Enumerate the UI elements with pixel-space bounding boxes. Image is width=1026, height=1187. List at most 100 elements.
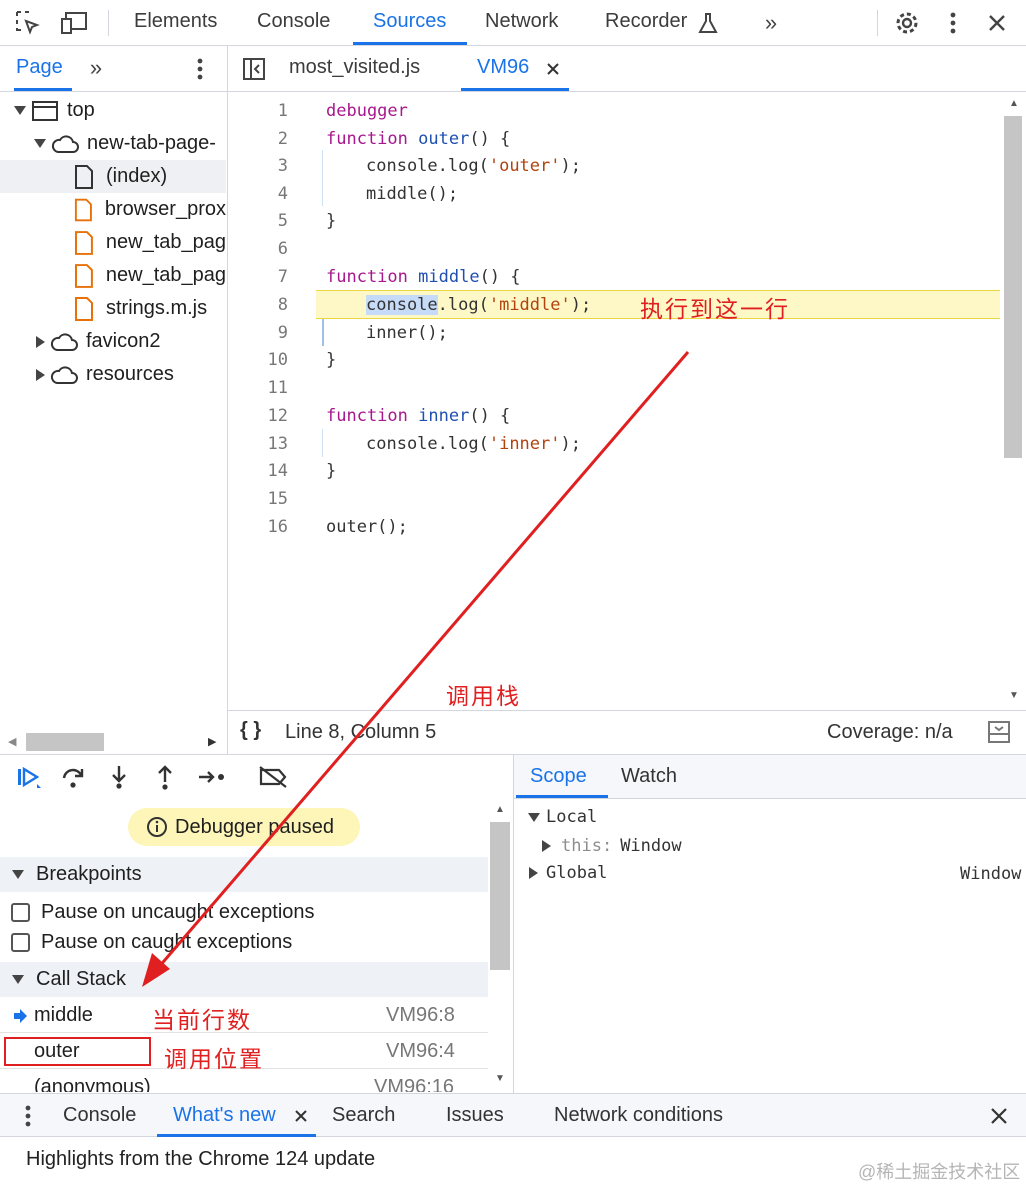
call-frame-location[interactable]: VM96:4 [386, 1040, 455, 1063]
tree-item-resources[interactable]: resources [0, 358, 226, 391]
sidebar-vertical-scrollbar[interactable] [490, 822, 510, 970]
step-over-icon[interactable] [58, 762, 88, 792]
collapse-arrow-icon[interactable] [36, 368, 45, 381]
resume-icon[interactable] [14, 762, 44, 792]
tree-item-file[interactable]: browser_prox [0, 193, 226, 226]
call-frame-location[interactable]: VM96:8 [386, 1004, 455, 1027]
drawer-tab-issues[interactable]: Issues [446, 1104, 504, 1127]
drawer-menu-kebab-icon[interactable] [18, 1103, 38, 1129]
expand-arrow-icon[interactable] [14, 106, 26, 115]
close-whats-new-icon[interactable] [292, 1106, 310, 1126]
step-icon[interactable] [196, 762, 230, 792]
tree-item-file[interactable]: strings.m.js [0, 292, 226, 325]
collapse-arrow-icon[interactable] [12, 870, 24, 879]
scope-global-row[interactable]: Global [529, 863, 607, 883]
more-options-kebab-icon[interactable] [940, 9, 966, 37]
tree-item-index[interactable]: (index) [0, 160, 226, 193]
editor-tab-vm96[interactable]: VM96 [477, 56, 529, 79]
scope-global-label: Global [546, 863, 608, 883]
close-tab-icon[interactable] [543, 57, 563, 81]
settings-gear-icon[interactable] [893, 9, 921, 37]
code-line: 6 [277, 238, 288, 259]
tab-scope[interactable]: Scope [530, 765, 587, 788]
deactivate-breakpoints-icon[interactable] [256, 762, 290, 792]
toggle-navigator-icon[interactable] [241, 55, 267, 83]
tab-elements[interactable]: Elements [134, 10, 217, 33]
tree-item-file[interactable]: new_tab_pag [0, 259, 226, 292]
scope-local-row[interactable]: Local [528, 807, 597, 827]
annotation-current-line: 当前行数 [152, 1008, 252, 1034]
more-navigators-chevron-icon[interactable]: » [84, 54, 108, 82]
editor-vertical-scrollbar[interactable] [1004, 116, 1022, 458]
call-frame-location[interactable]: VM96:16 [374, 1076, 454, 1092]
scroll-up-arrow-icon[interactable]: ▲ [1009, 98, 1019, 109]
tree-label: (index) [106, 165, 168, 187]
collapse-arrow-icon[interactable] [36, 335, 45, 348]
coverage-status[interactable]: Coverage: n/a [827, 721, 953, 744]
vm96-tab-indicator [461, 88, 569, 91]
code-line: 14} [267, 460, 337, 481]
scope-tab-indicator [516, 795, 608, 798]
pause-uncaught-label: Pause on uncaught exceptions [41, 901, 315, 923]
step-into-icon[interactable] [104, 762, 134, 792]
navigator-horizontal-scrollbar[interactable] [26, 733, 104, 751]
drawer-tab-console[interactable]: Console [63, 1104, 136, 1127]
whats-new-headline[interactable]: Highlights from the Chrome 124 update [26, 1148, 375, 1171]
script-file-icon [75, 296, 93, 321]
active-tab-indicator [353, 42, 467, 45]
drawer-tab-network-conditions[interactable]: Network conditions [554, 1104, 723, 1127]
more-tabs-chevron-icon[interactable]: » [758, 10, 784, 36]
tree-label: new_tab_pag [105, 231, 226, 253]
pause-uncaught-checkbox[interactable] [11, 903, 30, 922]
debugger-paused-banner: Debugger paused [128, 808, 360, 846]
device-toolbar-icon[interactable] [60, 10, 88, 36]
step-out-icon[interactable] [150, 762, 180, 792]
scope-this-row[interactable]: this: Window [542, 836, 682, 856]
tab-network[interactable]: Network [485, 10, 558, 33]
code-line: 4 middle(); [277, 183, 459, 204]
inspect-element-icon[interactable] [14, 10, 42, 36]
navigator-menu-kebab-icon[interactable] [190, 55, 210, 83]
scroll-up-arrow-icon[interactable]: ▲ [495, 804, 505, 815]
scroll-down-arrow-icon[interactable]: ▼ [495, 1073, 505, 1084]
paused-label: Debugger paused [175, 815, 335, 838]
scroll-right-arrow-icon[interactable]: ▶ [208, 735, 216, 748]
code-line: 15 [267, 488, 288, 509]
annotation-call-position: 调用位置 [164, 1047, 264, 1073]
page-tab-indicator [14, 88, 72, 91]
drawer-tab-whats-new[interactable]: What's new [173, 1104, 276, 1127]
info-icon [147, 817, 167, 837]
tree-item-top[interactable]: top [0, 94, 226, 127]
tab-watch[interactable]: Watch [621, 765, 677, 788]
tree-label: favicon2 [86, 330, 161, 352]
script-file-icon [74, 263, 93, 288]
tree-label: strings.m.js [106, 297, 208, 319]
tab-sources[interactable]: Sources [373, 10, 446, 33]
code-line: 9 inner(); [277, 322, 448, 343]
drawer-tab-search[interactable]: Search [332, 1104, 395, 1127]
tab-recorder[interactable]: Recorder [605, 10, 687, 33]
editor-tab-most-visited[interactable]: most_visited.js [289, 56, 420, 79]
tree-item-favicon2[interactable]: favicon2 [0, 325, 226, 358]
pause-uncaught-row: Pause on uncaught exceptions [11, 901, 315, 924]
close-drawer-icon[interactable] [987, 1104, 1011, 1128]
scroll-down-arrow-icon[interactable]: ▼ [1009, 690, 1019, 701]
tree-item-file[interactable]: new_tab_pag [0, 226, 226, 259]
expand-arrow-icon[interactable] [529, 867, 538, 879]
expand-arrow-icon[interactable] [34, 139, 46, 148]
scroll-left-arrow-icon[interactable]: ◀ [8, 735, 16, 748]
navigator-tab-page[interactable]: Page [16, 56, 63, 79]
collapse-arrow-icon[interactable] [528, 812, 540, 822]
call-stack-section-header[interactable]: Call Stack [0, 962, 488, 997]
collapse-arrow-icon[interactable] [12, 975, 24, 984]
pretty-print-braces-icon[interactable]: { } [240, 719, 261, 742]
close-devtools-icon[interactable] [983, 9, 1011, 37]
expand-arrow-icon[interactable] [542, 840, 551, 852]
pause-caught-checkbox[interactable] [11, 933, 30, 952]
breakpoints-section-header[interactable]: Breakpoints [0, 857, 488, 892]
annotation-exec-line: 执行到这一行 [640, 297, 790, 323]
cloud-icon [51, 134, 79, 153]
toggle-drawer-icon[interactable] [986, 719, 1012, 745]
tree-item-new-tab-page[interactable]: new-tab-page- [0, 127, 226, 160]
tab-console[interactable]: Console [257, 10, 330, 33]
